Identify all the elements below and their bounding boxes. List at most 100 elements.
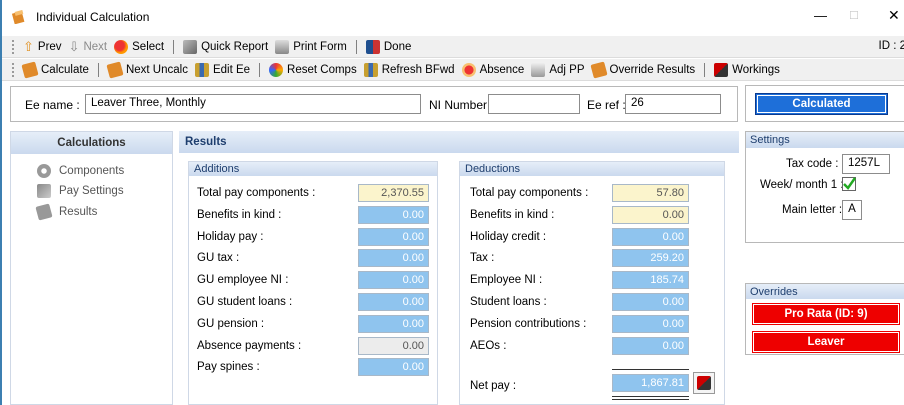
- exit-door-icon: [365, 39, 380, 54]
- deductions-row-value: 0.00: [612, 205, 689, 224]
- edit-ee-button[interactable]: Edit Ee: [193, 62, 252, 77]
- additions-row-label: GU tax :: [197, 252, 240, 265]
- overrides-title: Overrides: [746, 284, 904, 299]
- deductions-row-value: 0.00: [612, 336, 689, 355]
- gears-icon: [37, 164, 51, 178]
- week-month-checkbox[interactable]: [842, 177, 856, 191]
- additions-title: Additions: [189, 162, 437, 176]
- ee-name-field[interactable]: Leaver Three, Monthly: [85, 94, 421, 114]
- absence-button[interactable]: Absence: [460, 62, 527, 77]
- tax-code-label: Tax code :: [786, 158, 839, 170]
- ee-name-label: Ee name :: [25, 98, 80, 112]
- deductions-row-label: Tax :: [470, 252, 495, 265]
- print-form-button[interactable]: Print Form: [273, 39, 349, 54]
- additions-row-label: GU employee NI :: [197, 274, 289, 287]
- done-button[interactable]: Done: [364, 39, 414, 54]
- status-box: Calculated: [745, 85, 904, 122]
- select-button[interactable]: Select: [112, 39, 166, 54]
- ni-number-field[interactable]: [488, 94, 580, 114]
- deductions-row-label: Holiday credit :: [470, 230, 547, 243]
- additions-row-label: GU pension :: [197, 317, 265, 330]
- toolbar-separator: [173, 39, 175, 54]
- additions-row-label: Absence payments :: [197, 339, 302, 352]
- deductions-row-value: 185.74: [612, 271, 689, 290]
- additions-row-label: Benefits in kind :: [197, 208, 282, 221]
- net-pay-top-rule: [612, 369, 689, 371]
- nav-item-results[interactable]: Results: [35, 203, 97, 221]
- absence-icon: [461, 62, 476, 77]
- toolbar-grip[interactable]: [12, 39, 15, 54]
- workings-icon: [714, 62, 729, 77]
- override-results-button[interactable]: Override Results: [589, 60, 698, 79]
- calculate-button[interactable]: Calculate: [21, 60, 91, 79]
- additions-group: Additions Total pay components : 2,370.55…: [188, 161, 438, 405]
- additions-row-label: Total pay components :: [197, 187, 316, 199]
- prev-button[interactable]: ⇧ Prev: [21, 39, 64, 55]
- ee-ref-label: Ee ref :: [587, 98, 626, 112]
- calculator-icon: [21, 60, 39, 79]
- down-arrow-icon: ⇩: [68, 38, 80, 54]
- additions-row-value: 0.00: [358, 205, 429, 224]
- override-leaver-button[interactable]: Leaver: [752, 331, 900, 353]
- toolbar-separator: [97, 62, 99, 77]
- workings-icon: [697, 376, 711, 390]
- net-pay-workings-button[interactable]: [693, 372, 715, 394]
- record-id-label: ID : 2: [878, 40, 904, 52]
- main-letter-label: Main letter :: [782, 204, 843, 216]
- calculations-title: Calculations: [11, 132, 172, 154]
- deductions-row-label: AEOs :: [470, 339, 507, 352]
- quick-report-button[interactable]: Quick Report: [181, 39, 270, 54]
- window-title: Individual Calculation: [36, 10, 150, 24]
- results-title: Results: [179, 131, 739, 153]
- calculation-toolbar: Calculate Next Uncalc Edit Ee Reset Comp…: [2, 59, 904, 81]
- settings-title: Settings: [746, 132, 904, 148]
- calculations-panel: Calculations Components Pay Settings Res…: [10, 131, 173, 405]
- week-month-label: Week/ month 1 :: [760, 179, 844, 191]
- toolbar-separator: [259, 62, 261, 77]
- deductions-row-label: Student loans :: [470, 296, 547, 308]
- workings-button[interactable]: Workings: [712, 62, 782, 77]
- maximize-button[interactable]: □: [850, 7, 858, 22]
- override-pro-rata-button[interactable]: Pro Rata (ID: 9): [752, 303, 900, 325]
- net-pay-label: Net pay :: [470, 380, 517, 392]
- person-select-icon: [114, 39, 129, 54]
- calculated-status-button[interactable]: Calculated: [755, 93, 888, 115]
- additions-row-label: GU student loans :: [197, 296, 293, 308]
- net-pay-double-rule: [612, 396, 689, 400]
- deductions-row-label: Total pay components :: [470, 187, 589, 199]
- deductions-row-label: Pension contributions :: [470, 317, 587, 330]
- printer-icon: [275, 39, 290, 54]
- additions-row-label: Pay spines :: [197, 361, 260, 374]
- pay-settings-icon: [37, 184, 51, 198]
- deductions-row-value: 259.20: [612, 249, 689, 268]
- up-arrow-icon: ⇧: [23, 38, 34, 54]
- reset-icon: [269, 62, 284, 77]
- reset-comps-button[interactable]: Reset Comps: [267, 62, 359, 77]
- calculator-override-icon: [589, 60, 608, 79]
- deductions-row-value: 57.80: [612, 184, 689, 202]
- deductions-row-label: Benefits in kind :: [470, 208, 555, 221]
- additions-row-value: 0.00: [358, 249, 429, 268]
- additions-row-value: 0.00: [358, 227, 429, 246]
- results-panel: Results Additions Total pay components :…: [179, 131, 739, 405]
- results-calculator-icon: [35, 203, 53, 221]
- deductions-row-value: 0.00: [612, 227, 689, 246]
- refresh-bfwd-button[interactable]: Refresh BFwd: [362, 62, 457, 77]
- report-icon: [183, 39, 198, 54]
- toolbar-grip[interactable]: [12, 62, 15, 77]
- ee-ref-field[interactable]: 26: [625, 94, 721, 114]
- next-button[interactable]: ⇩ Next: [67, 39, 110, 55]
- calculator-next-icon: [106, 60, 124, 79]
- close-button[interactable]: ✕: [888, 7, 900, 24]
- calculator-icon: [11, 9, 26, 25]
- nav-item-components[interactable]: Components: [37, 164, 124, 178]
- deductions-title: Deductions: [460, 162, 724, 176]
- minimize-button[interactable]: —: [814, 8, 827, 23]
- people-refresh-icon: [363, 62, 378, 77]
- tax-code-field[interactable]: 1257L: [842, 154, 890, 174]
- next-uncalc-button[interactable]: Next Uncalc: [106, 60, 190, 79]
- main-letter-field[interactable]: A: [842, 200, 862, 220]
- nav-item-pay-settings[interactable]: Pay Settings: [37, 184, 124, 198]
- adj-pp-button[interactable]: Adj PP: [529, 62, 586, 77]
- net-pay-value: 1,867.81: [612, 374, 689, 392]
